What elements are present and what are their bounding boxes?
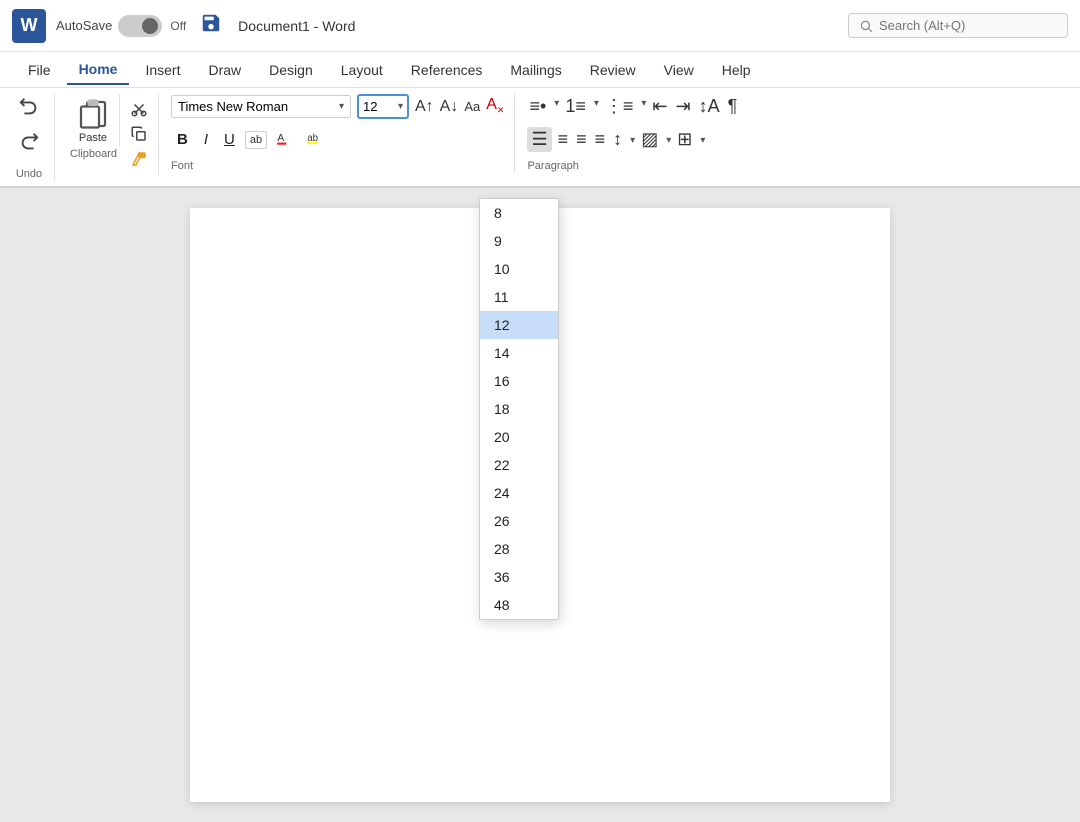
- numbering-button[interactable]: 1≡: [563, 94, 588, 119]
- clipboard-small-buttons: [124, 98, 148, 175]
- menu-file[interactable]: File: [16, 56, 63, 84]
- ribbon: Undo Paste Clipboard: [0, 88, 1080, 187]
- line-spacing-button[interactable]: ↕: [611, 127, 624, 152]
- font-size-option-26[interactable]: 26: [480, 507, 558, 535]
- strikethrough-button[interactable]: ab: [245, 131, 267, 149]
- font-size-option-10[interactable]: 10: [480, 255, 558, 283]
- font-size-option-22[interactable]: 22: [480, 451, 558, 479]
- indent-decrease-button[interactable]: ⇤: [650, 94, 669, 119]
- font-size-option-9[interactable]: 9: [480, 227, 558, 255]
- title-bar: W AutoSave Off Document1 - Word: [0, 0, 1080, 52]
- font-size-option-8[interactable]: 8: [480, 199, 558, 227]
- font-name-value: Times New Roman: [178, 99, 288, 114]
- show-marks-button[interactable]: ¶: [726, 94, 740, 119]
- borders-button[interactable]: ⊞: [675, 127, 694, 152]
- font-size-option-12[interactable]: 12: [480, 311, 558, 339]
- change-case-button[interactable]: Aa: [464, 99, 480, 114]
- menu-draw[interactable]: Draw: [196, 56, 253, 84]
- font-group-label: Font: [171, 160, 193, 172]
- undo-group: Undo: [10, 94, 55, 180]
- shading-button[interactable]: ▨: [639, 127, 660, 152]
- font-grow-button[interactable]: A↑: [415, 98, 434, 116]
- menu-layout[interactable]: Layout: [329, 56, 395, 84]
- font-color-button[interactable]: A: [271, 127, 297, 152]
- menu-view[interactable]: View: [652, 56, 706, 84]
- paragraph-row1: ≡• ▾ 1≡ ▾ ⋮≡ ▾ ⇤ ⇥ ↕A ¶: [527, 94, 739, 119]
- word-logo: W: [12, 9, 46, 43]
- clear-formatting-button[interactable]: A✕: [486, 96, 504, 116]
- align-right-button[interactable]: ≡: [574, 127, 589, 152]
- undo-button[interactable]: [14, 94, 44, 125]
- font-shrink-button[interactable]: A↓: [440, 98, 459, 116]
- font-size-caret: ▾: [398, 101, 403, 112]
- undo-group-label: Undo: [16, 168, 42, 180]
- font-size-option-18[interactable]: 18: [480, 395, 558, 423]
- font-size-option-24[interactable]: 24: [480, 479, 558, 507]
- underline-button[interactable]: U: [218, 128, 241, 151]
- paste-button[interactable]: Paste: [67, 94, 120, 146]
- cut-button[interactable]: [130, 100, 148, 123]
- menu-review[interactable]: Review: [578, 56, 648, 84]
- bullets-button[interactable]: ≡•: [527, 94, 548, 119]
- font-name-caret: ▾: [339, 101, 344, 112]
- menu-help[interactable]: Help: [710, 56, 763, 84]
- line-spacing-caret[interactable]: ▾: [630, 135, 635, 146]
- font-group: Times New Roman ▾ 12 ▾ A↑ A↓ Aa A✕ B I U…: [167, 94, 515, 172]
- font-size-option-11[interactable]: 11: [480, 283, 558, 311]
- justify-button[interactable]: ≡: [593, 127, 608, 152]
- font-size-option-14[interactable]: 14: [480, 339, 558, 367]
- sort-button[interactable]: ↕A: [697, 94, 722, 119]
- align-left-button[interactable]: ☰: [527, 127, 551, 152]
- numbering-caret[interactable]: ▾: [594, 98, 599, 119]
- doc-title: Document1 - Word: [238, 18, 355, 34]
- menu-bar: File Home Insert Draw Design Layout Refe…: [0, 52, 1080, 88]
- bold-button[interactable]: B: [171, 128, 194, 151]
- font-size-dropdown-trigger[interactable]: 12 ▾: [357, 94, 409, 119]
- multilevel-caret[interactable]: ▾: [641, 98, 646, 119]
- search-icon: [859, 19, 873, 33]
- paragraph-row2: ☰ ≡ ≡ ≡ ↕ ▾ ▨ ▾ ⊞ ▾: [527, 127, 705, 152]
- paste-label: Paste: [79, 132, 107, 144]
- font-size-value: 12: [363, 99, 377, 114]
- borders-caret[interactable]: ▾: [700, 135, 705, 146]
- paragraph-group-label: Paragraph: [527, 160, 578, 172]
- bullets-caret[interactable]: ▾: [554, 98, 559, 119]
- font-size-option-36[interactable]: 36: [480, 563, 558, 591]
- autosave-off-label: Off: [170, 19, 186, 33]
- font-size-option-20[interactable]: 20: [480, 423, 558, 451]
- highlight-icon: ab: [305, 129, 323, 147]
- clipboard-label: Clipboard: [70, 148, 117, 160]
- multilevel-button[interactable]: ⋮≡: [603, 94, 636, 119]
- font-size-option-48[interactable]: 48: [480, 591, 558, 619]
- font-size-option-16[interactable]: 16: [480, 367, 558, 395]
- menu-design[interactable]: Design: [257, 56, 325, 84]
- menu-references[interactable]: References: [399, 56, 495, 84]
- italic-button[interactable]: I: [198, 128, 214, 151]
- redo-button[interactable]: [14, 129, 44, 160]
- format-painter-button[interactable]: [130, 150, 148, 173]
- svg-text:A: A: [277, 132, 284, 144]
- menu-home[interactable]: Home: [67, 55, 130, 85]
- clipboard-group: Paste Clipboard: [63, 94, 159, 175]
- font-size-option-28[interactable]: 28: [480, 535, 558, 563]
- shading-caret[interactable]: ▾: [666, 135, 671, 146]
- menu-insert[interactable]: Insert: [133, 56, 192, 84]
- font-name-dropdown[interactable]: Times New Roman ▾: [171, 95, 351, 118]
- font-size-dropdown-list: 8910111214161820222426283648: [479, 198, 559, 620]
- autosave-toggle-circle: [142, 18, 158, 34]
- autosave-toggle[interactable]: [118, 15, 162, 37]
- paragraph-group: ≡• ▾ 1≡ ▾ ⋮≡ ▾ ⇤ ⇥ ↕A ¶ ☰ ≡ ≡ ≡ ↕: [523, 94, 763, 172]
- copy-button[interactable]: [130, 125, 148, 148]
- search-box[interactable]: [848, 13, 1068, 38]
- align-center-button[interactable]: ≡: [556, 127, 571, 152]
- font-color-icon: A: [275, 129, 293, 147]
- autosave-label: AutoSave: [56, 18, 112, 33]
- highlight-color-button[interactable]: ab: [301, 127, 327, 152]
- autosave-area: AutoSave Off: [56, 15, 186, 37]
- menu-mailings[interactable]: Mailings: [498, 56, 573, 84]
- save-icon-button[interactable]: [200, 12, 222, 40]
- search-input[interactable]: [879, 18, 1039, 33]
- paste-icon: [75, 96, 111, 132]
- indent-increase-button[interactable]: ⇥: [674, 94, 693, 119]
